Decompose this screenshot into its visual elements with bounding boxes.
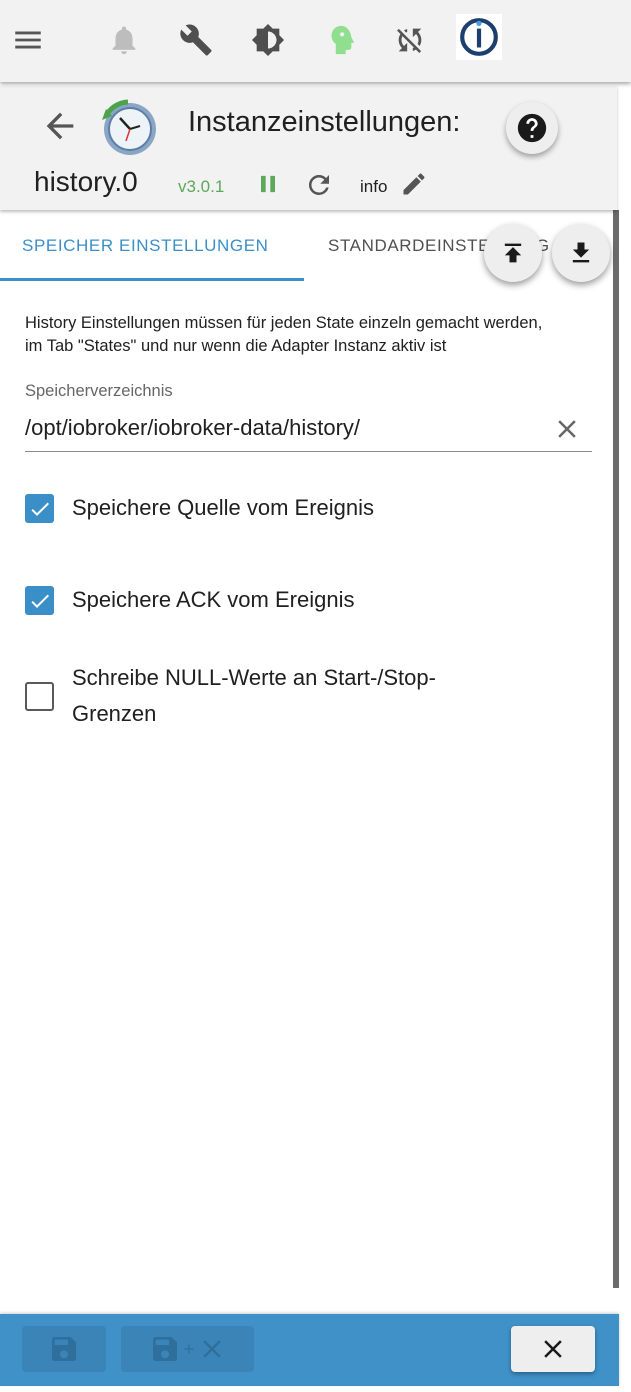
close-icon bbox=[202, 1340, 221, 1358]
clear-input-icon[interactable] bbox=[552, 414, 582, 444]
help-button[interactable] bbox=[506, 102, 558, 154]
top-toolbar bbox=[0, 0, 631, 82]
expert-mode-icon[interactable] bbox=[320, 20, 360, 60]
write-null-checkbox[interactable] bbox=[25, 682, 54, 711]
bell-icon[interactable] bbox=[104, 20, 144, 60]
pause-icon[interactable] bbox=[254, 170, 282, 198]
storage-dir-input[interactable] bbox=[25, 412, 545, 444]
upload-icon bbox=[504, 243, 522, 263]
menu-icon[interactable] bbox=[8, 20, 48, 60]
help-icon bbox=[517, 113, 547, 143]
settings-description: History Einstellungen müssen für jeden S… bbox=[25, 312, 595, 358]
scroll-rail[interactable] bbox=[613, 210, 619, 1288]
save-source-label: Speichere Quelle vom Ereignis bbox=[72, 495, 375, 520]
close-button[interactable] bbox=[511, 1326, 595, 1372]
write-null-label-line-2: Grenzen bbox=[72, 701, 157, 726]
active-tab-indicator bbox=[0, 278, 304, 281]
version-label: v3.0.1 bbox=[178, 177, 225, 196]
download-button[interactable] bbox=[552, 224, 610, 282]
info-label: info bbox=[360, 177, 388, 196]
settings-tabs: SPEICHER EINSTELLUNGEN STANDARDEINSTELLU… bbox=[0, 210, 613, 282]
save-and-close-button[interactable] bbox=[121, 1326, 254, 1372]
write-null-label: Schreibe NULL-Werte an Start-/Stop- Gren… bbox=[72, 660, 436, 732]
download-icon bbox=[572, 242, 590, 263]
instance-header: Instanzeinstellungen: history.0 v3.0.1 i… bbox=[0, 86, 617, 210]
wrench-icon[interactable] bbox=[176, 20, 216, 60]
description-line-1: History Einstellungen müssen für jeden S… bbox=[25, 314, 543, 332]
storage-dir-label: Speicherverzeichnis bbox=[25, 382, 173, 400]
page-title: Instanzeinstellungen: bbox=[188, 106, 461, 138]
save-icon bbox=[52, 1337, 76, 1361]
reload-icon[interactable] bbox=[304, 170, 334, 200]
description-line-2: im Tab "States" und nur wenn die Adapter… bbox=[25, 337, 447, 355]
save-icon bbox=[152, 1337, 177, 1361]
history-adapter-logo bbox=[98, 96, 160, 158]
brightness-icon[interactable] bbox=[248, 20, 288, 60]
check-icon bbox=[30, 502, 49, 516]
sync-disabled-icon[interactable] bbox=[390, 20, 430, 60]
save-button[interactable] bbox=[22, 1326, 106, 1372]
save-source-checkbox[interactable] bbox=[25, 494, 54, 523]
bottom-action-bar bbox=[0, 1314, 619, 1386]
upload-button[interactable] bbox=[484, 224, 542, 282]
iobroker-logo[interactable] bbox=[456, 14, 502, 60]
save-ack-checkbox[interactable] bbox=[25, 586, 54, 615]
plus-icon bbox=[183, 1344, 194, 1354]
tab-speicher-einstellungen[interactable]: SPEICHER EINSTELLUNGEN bbox=[22, 236, 269, 256]
check-icon bbox=[30, 594, 49, 608]
write-null-label-line-1: Schreibe NULL-Werte an Start-/Stop- bbox=[72, 665, 436, 690]
instance-name: history.0 bbox=[34, 166, 138, 197]
close-icon bbox=[544, 1340, 562, 1358]
edit-icon[interactable] bbox=[400, 170, 430, 200]
back-arrow-icon[interactable] bbox=[40, 106, 80, 146]
storage-dir-underline bbox=[25, 451, 592, 452]
save-ack-label: Speichere ACK vom Ereignis bbox=[72, 587, 355, 612]
